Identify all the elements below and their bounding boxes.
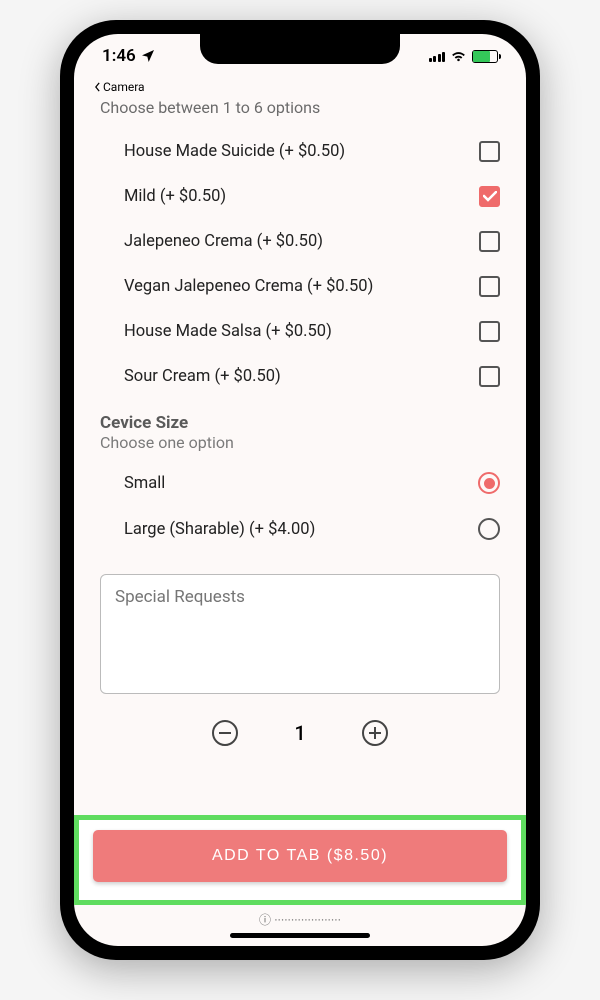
size-radio[interactable] [478, 518, 500, 540]
addon-label: Jalepeneo Crema (+ $0.50) [100, 232, 323, 251]
add-to-tab-button[interactable]: ADD TO TAB ($8.50) [93, 830, 507, 882]
addons-hint: Choose between 1 to 6 options [100, 98, 500, 117]
addon-row[interactable]: House Made Salsa (+ $0.50) [100, 309, 500, 354]
chevron-left-icon [94, 82, 101, 92]
check-icon [483, 191, 497, 202]
size-hint: Choose one option [100, 433, 500, 452]
size-row[interactable]: Small [100, 460, 500, 506]
plus-icon [369, 727, 381, 739]
addon-label: Mild (+ $0.50) [100, 187, 226, 206]
size-row[interactable]: Large (Sharable) (+ $4.00) [100, 506, 500, 552]
addon-row[interactable]: Jalepeneo Crema (+ $0.50) [100, 219, 500, 264]
quantity-stepper: 1 [100, 720, 500, 746]
addon-checkbox[interactable] [479, 186, 500, 207]
signal-icon [429, 51, 446, 62]
cta-highlight-box: ADD TO TAB ($8.50) [74, 815, 526, 905]
screen: 1:46 Camera Choose between 1 to 6 option… [74, 34, 526, 946]
addon-checkbox[interactable] [479, 276, 500, 297]
addon-checkbox[interactable] [479, 321, 500, 342]
size-list: Small Large (Sharable) (+ $4.00) [100, 460, 500, 552]
status-time: 1:46 [102, 46, 136, 66]
addons-list: House Made Suicide (+ $0.50) Mild (+ $0.5… [100, 129, 500, 399]
size-title: Cevice Size [100, 413, 500, 433]
minus-icon [219, 732, 231, 734]
addon-row[interactable]: Mild (+ $0.50) [100, 174, 500, 219]
size-label: Large (Sharable) (+ $4.00) [100, 520, 315, 539]
back-to-app[interactable]: Camera [74, 78, 526, 94]
special-requests-input[interactable] [100, 574, 500, 694]
increment-button[interactable] [362, 720, 388, 746]
addon-label: Sour Cream (+ $0.50) [100, 367, 281, 386]
battery-icon [472, 50, 498, 63]
size-label: Small [100, 474, 165, 493]
addon-checkbox[interactable] [479, 231, 500, 252]
addon-row[interactable]: House Made Suicide (+ $0.50) [100, 129, 500, 174]
back-app-label: Camera [103, 80, 145, 94]
notch [200, 34, 400, 64]
addon-checkbox[interactable] [479, 366, 500, 387]
decrement-button[interactable] [212, 720, 238, 746]
content-scroll[interactable]: Choose between 1 to 6 options House Made… [74, 94, 526, 815]
footer-attribution: ⓘ ···················· [74, 905, 526, 946]
addon-label: Vegan Jalepeneo Crema (+ $0.50) [100, 277, 373, 296]
addon-checkbox[interactable] [479, 141, 500, 162]
home-indicator[interactable] [230, 933, 370, 938]
size-radio[interactable] [478, 472, 500, 494]
addon-row[interactable]: Sour Cream (+ $0.50) [100, 354, 500, 399]
wifi-icon [450, 50, 467, 63]
addon-row[interactable]: Vegan Jalepeneo Crema (+ $0.50) [100, 264, 500, 309]
phone-frame: 1:46 Camera Choose between 1 to 6 option… [60, 20, 540, 960]
location-arrow-icon [140, 48, 156, 64]
addon-label: House Made Salsa (+ $0.50) [100, 322, 332, 341]
quantity-value: 1 [294, 721, 305, 745]
addon-label: House Made Suicide (+ $0.50) [100, 142, 345, 161]
